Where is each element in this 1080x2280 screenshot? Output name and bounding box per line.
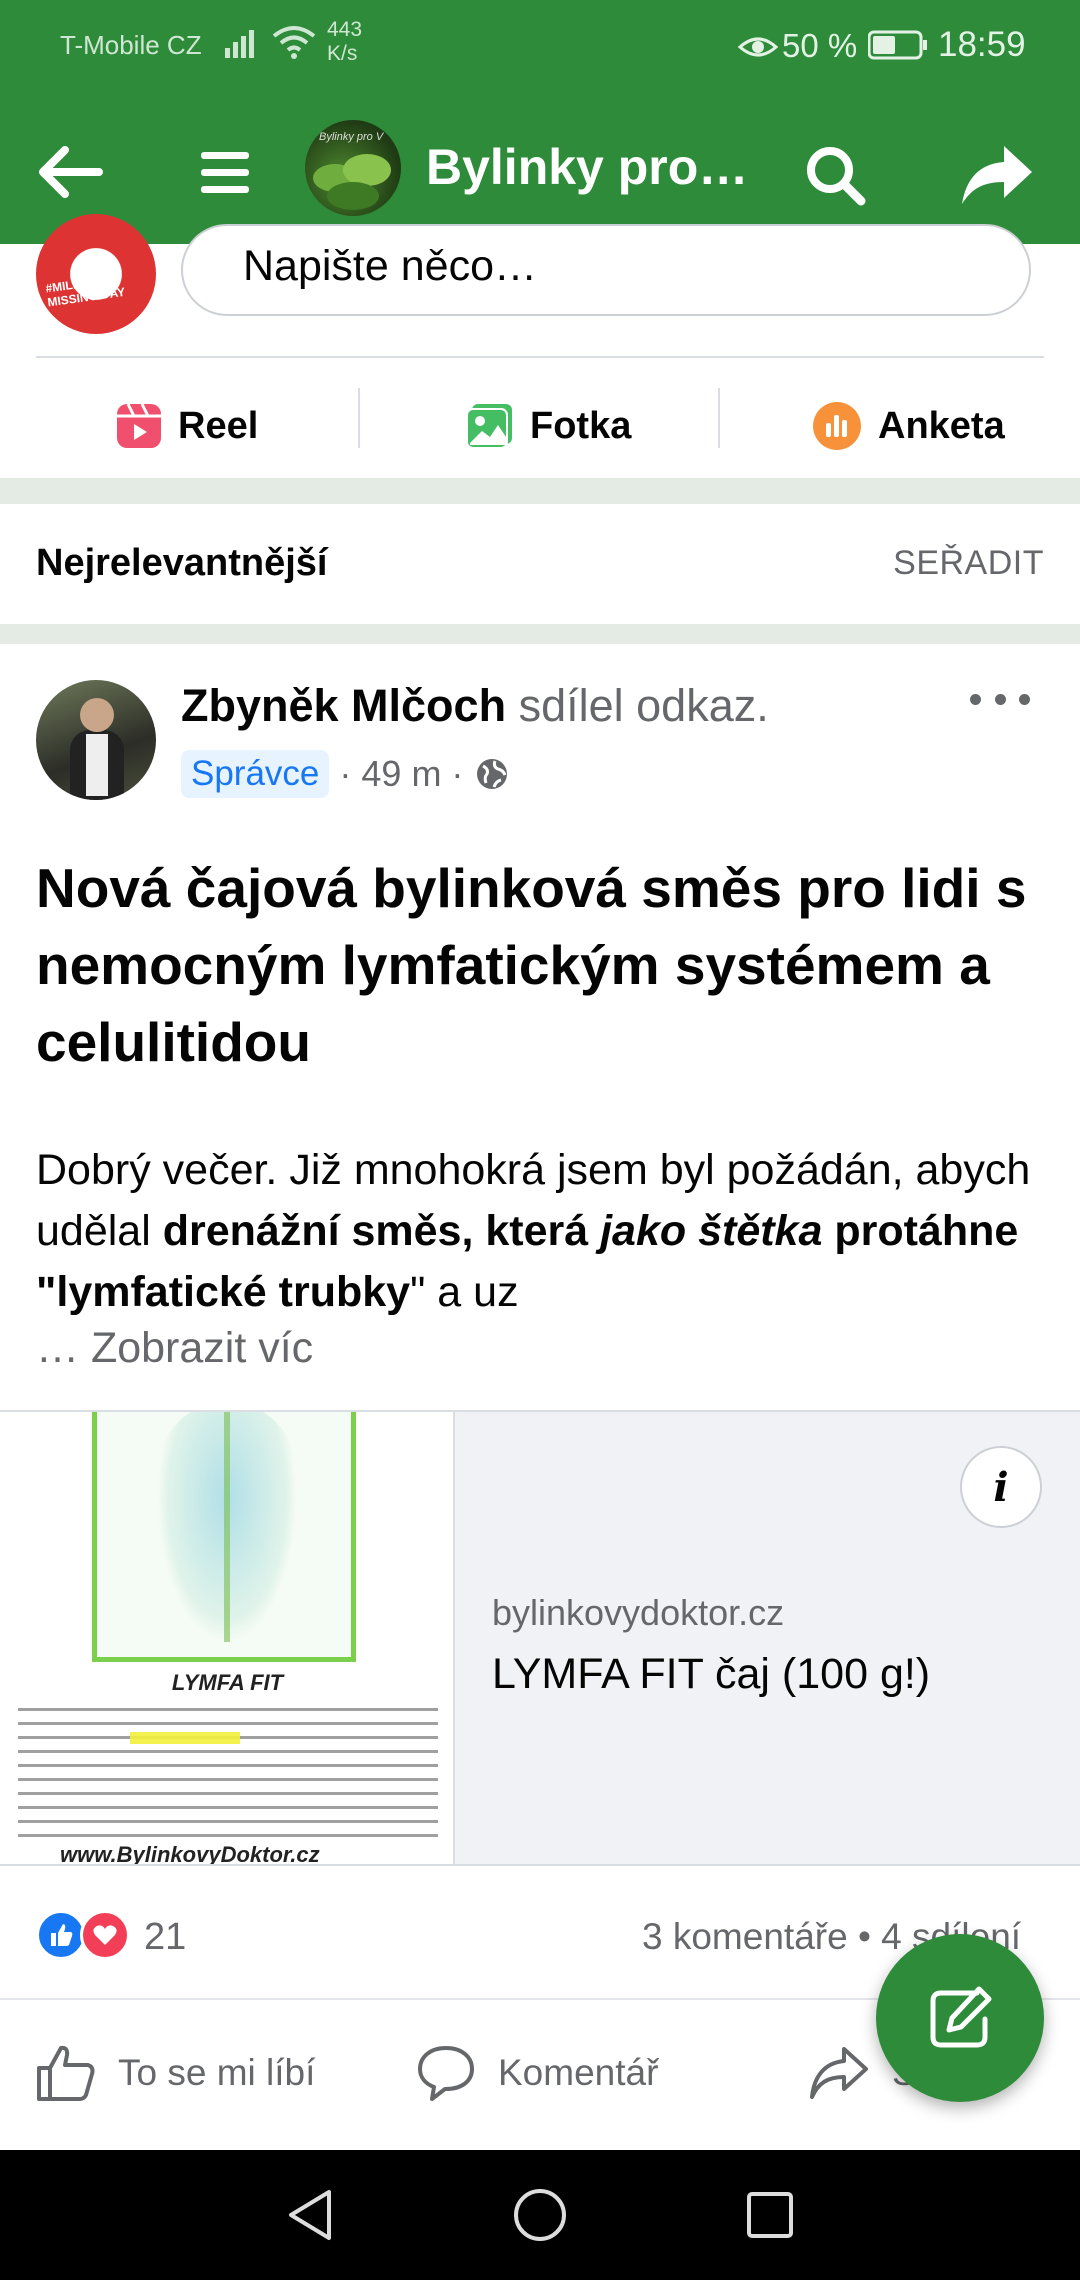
link-thumbnail: LYMFA FIT www.BylinkovyDoktor.cz [0,1412,455,1864]
dot-icon [970,693,981,705]
wifi-icon [272,24,316,65]
nav-recents-button[interactable] [735,2180,805,2250]
clock: 18:59 [938,25,1026,64]
separator [358,388,360,448]
author-avatar[interactable] [36,680,156,800]
share-arrow-icon [962,146,1032,204]
comment-button[interactable]: Komentář [416,2038,658,2108]
group-avatar[interactable]: Bylinky pro V [305,120,401,216]
post-body: Dobrý večer. Již mnohokrá jsem byl požád… [36,1146,1031,1316]
reel-label: Reel [178,404,259,447]
post-card: Zbyněk Mlčoch sdílel odkaz. Správce · 49… [0,644,1080,2150]
dot-icon [1019,693,1030,705]
separator [718,388,720,448]
triangle-back-icon [289,2190,331,2240]
divider [36,356,1044,358]
speed-value: 443 [327,18,363,41]
admin-badge: Správce [181,750,330,798]
info-button[interactable]: i [960,1446,1042,1528]
reaction-icons[interactable] [36,1910,130,1960]
nav-back-button[interactable] [275,2180,345,2250]
photo-icon [466,403,514,449]
create-post-fab[interactable] [876,1934,1044,2102]
write-something-input[interactable]: Napište něco… [181,224,1031,316]
reel-icon [116,403,162,449]
poll-label: Anketa [878,404,1005,447]
app-bar: Bylinky pro V Bylinky pro… [0,92,1080,244]
square-recents-icon [747,2192,793,2238]
reaction-count[interactable]: 21 [144,1916,186,1959]
like-label: To se mi líbí [118,2052,316,2093]
user-avatar[interactable]: #MILLIONS MISSING DAY [36,214,156,334]
search-button[interactable] [790,130,880,220]
globe-icon [475,757,509,791]
share-button[interactable] [952,130,1042,220]
sort-button[interactable]: SEŘADIT [893,544,1044,583]
sort-label: Nejrelevantnější [36,542,328,584]
author-name[interactable]: Zbyněk Mlčoch [181,680,506,731]
battery-icon [867,30,928,65]
back-button[interactable] [30,132,110,212]
more-options-button[interactable] [970,684,1030,714]
thumbs-up-icon [36,2044,96,2102]
user-avatar-text: #MILLIONS MISSING DAY [44,272,126,310]
thumbnail-site: www.BylinkovyDoktor.cz [60,1842,320,1864]
link-preview[interactable]: LYMFA FIT www.BylinkovyDoktor.cz i bylin… [0,1410,1080,1866]
post-header: Zbyněk Mlčoch sdílel odkaz. [181,680,769,732]
composer: #MILLIONS MISSING DAY Napište něco… Reel… [0,214,1080,478]
menu-button[interactable] [185,132,265,212]
thumbnail-label: LYMFA FIT [171,1670,284,1695]
poll-icon [812,401,862,451]
group-avatar-text: Bylinky pro V [319,131,385,143]
poll-button[interactable]: Anketa [812,388,1005,464]
like-reaction-icon [36,1910,86,1960]
status-bar: T-Mobile CZ 443 K/s 50 % 18:59 [0,0,1080,92]
photo-label: Fotka [530,404,632,447]
post-meta: Správce · 49 m · [181,750,509,798]
speed-unit: K/s [327,42,358,65]
section-divider [0,624,1080,644]
share-icon [808,2045,870,2101]
battery-percent: 50 % [782,27,858,64]
link-domain: bylinkovydoktor.cz [492,1592,785,1633]
section-divider [0,478,1080,504]
love-reaction-icon [80,1910,130,1960]
like-button[interactable]: To se mi líbí [36,2038,315,2108]
sort-row: Nejrelevantnější SEŘADIT [0,504,1080,624]
comment-label: Komentář [498,2052,659,2093]
carrier-name: T-Mobile CZ [60,30,202,60]
search-icon [807,147,866,206]
see-more-link[interactable]: … Zobrazit víc [36,1324,313,1373]
cell-signal-icon [225,28,261,63]
dot-icon [994,693,1006,705]
eye-comfort-icon [737,31,779,68]
comment-icon [416,2044,476,2102]
group-title[interactable]: Bylinky pro… [426,138,748,196]
arrow-left-icon [39,146,103,198]
circle-home-icon [514,2189,566,2241]
edit-icon [930,1986,992,2048]
post-action-text: sdílel odkaz. [506,680,769,731]
link-title: LYMFA FIT čaj (100 g!) [492,1650,931,1698]
photo-button[interactable]: Fotka [466,388,631,464]
post-time[interactable]: · 49 m · [339,753,463,795]
nav-home-button[interactable] [505,2180,575,2250]
post-title: Nová čajová bylinková směs pro lidi s ne… [36,857,1027,1073]
reel-button[interactable]: Reel [116,388,258,464]
hamburger-icon [201,152,249,193]
network-speed: 443 K/s [327,18,362,66]
system-nav-bar [0,2150,1080,2280]
